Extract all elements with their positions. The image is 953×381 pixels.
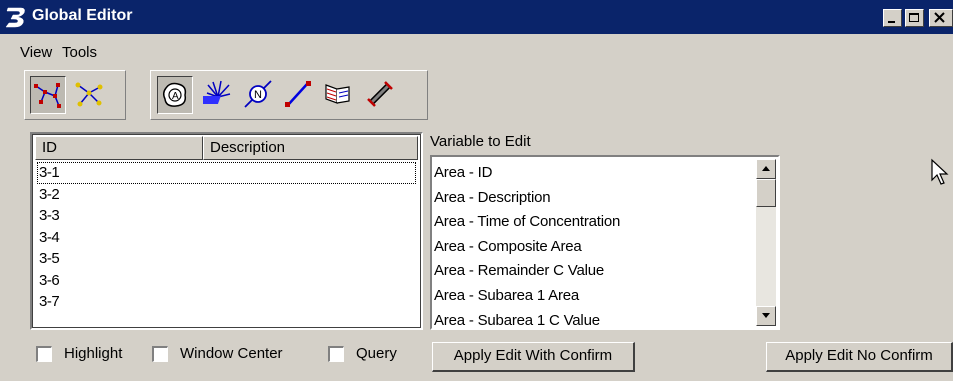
apply-edit-no-confirm-button[interactable]: Apply Edit No Confirm (766, 342, 953, 372)
variable-item[interactable]: Area - ID (434, 161, 752, 186)
svg-text:A: A (172, 91, 179, 102)
pipe-icon (367, 81, 393, 107)
bentley-b-icon (5, 7, 25, 28)
select-nodes-button[interactable] (72, 76, 108, 114)
minimize-button[interactable] (883, 9, 902, 27)
link-icon (285, 81, 311, 107)
element-list[interactable]: ID Description 3-1 3-2 3-3 3-4 3-5 3-6 3… (30, 132, 423, 330)
close-button[interactable] (929, 9, 953, 27)
variable-item[interactable]: Area - Subarea 1 Area (434, 284, 752, 309)
arrow-down-icon (762, 313, 770, 318)
vertical-scrollbar[interactable] (756, 159, 776, 326)
variable-to-edit-label: Variable to Edit (430, 133, 531, 150)
variable-item[interactable]: Area - Description (434, 186, 752, 211)
variable-item[interactable]: Area - Remainder C Value (434, 259, 752, 284)
list-item[interactable]: 3-2 (37, 184, 416, 206)
column-id-header[interactable]: ID (35, 136, 203, 160)
outlet-icon (325, 84, 350, 104)
variable-item[interactable]: Area - Time of Concentration (434, 210, 752, 235)
column-description-header[interactable]: Description (203, 136, 418, 160)
maximize-icon (909, 13, 919, 22)
menu-view[interactable]: View (20, 44, 52, 61)
list-item[interactable]: 3-4 (37, 227, 416, 249)
apply-edit-with-confirm-button[interactable]: Apply Edit With Confirm (432, 342, 635, 372)
variable-rows: Area - ID Area - Description Area - Time… (434, 161, 752, 333)
list-item[interactable]: 3-1 (37, 162, 416, 184)
list-rows: 3-1 3-2 3-3 3-4 3-5 3-6 3-7 (37, 162, 416, 313)
node-button[interactable]: N (241, 76, 277, 114)
area-button[interactable]: A (157, 76, 193, 114)
window-title: Global Editor (32, 7, 133, 24)
variable-item[interactable]: Area - Composite Area (434, 235, 752, 260)
mouse-pointer-icon (931, 158, 949, 185)
list-item[interactable]: 3-6 (37, 270, 416, 292)
menu-bar: View Tools (0, 38, 953, 64)
pipe-button[interactable] (363, 76, 399, 114)
svg-text:N: N (254, 89, 262, 101)
scroll-down-button[interactable] (756, 306, 776, 326)
minimize-icon (888, 21, 895, 23)
selection-toolbar (24, 70, 126, 120)
query-checkbox[interactable] (328, 346, 344, 362)
title-bar[interactable]: Global Editor (0, 0, 953, 34)
maximize-button[interactable] (905, 9, 924, 27)
window-center-label: Window Center (180, 345, 283, 362)
inlet-icon (203, 80, 231, 104)
query-label: Query (356, 345, 397, 362)
select-nodes-icon (75, 82, 103, 107)
list-header: ID Description (35, 136, 418, 160)
variable-item[interactable]: Area - Subarea 1 C Value (434, 309, 752, 334)
select-network-button[interactable] (30, 76, 66, 114)
close-icon (934, 12, 945, 23)
list-item[interactable]: 3-3 (37, 205, 416, 227)
scroll-up-button[interactable] (756, 159, 776, 179)
highlight-checkbox[interactable] (36, 346, 52, 362)
list-item[interactable]: 3-5 (37, 248, 416, 270)
select-network-icon (34, 83, 61, 108)
list-item[interactable]: 3-7 (37, 291, 416, 313)
scroll-thumb[interactable] (756, 179, 776, 207)
outlet-button[interactable] (321, 76, 357, 114)
highlight-label: Highlight (64, 345, 123, 362)
variable-listbox[interactable]: Area - ID Area - Description Area - Time… (430, 155, 780, 330)
menu-tools[interactable]: Tools (62, 44, 97, 61)
arrow-up-icon (762, 166, 770, 171)
window-center-checkbox[interactable] (152, 346, 168, 362)
node-icon: N (244, 80, 272, 108)
inlet-button[interactable] (201, 76, 237, 114)
area-icon: A (162, 82, 187, 107)
element-type-toolbar: A N (150, 70, 428, 120)
link-button[interactable] (281, 76, 317, 114)
